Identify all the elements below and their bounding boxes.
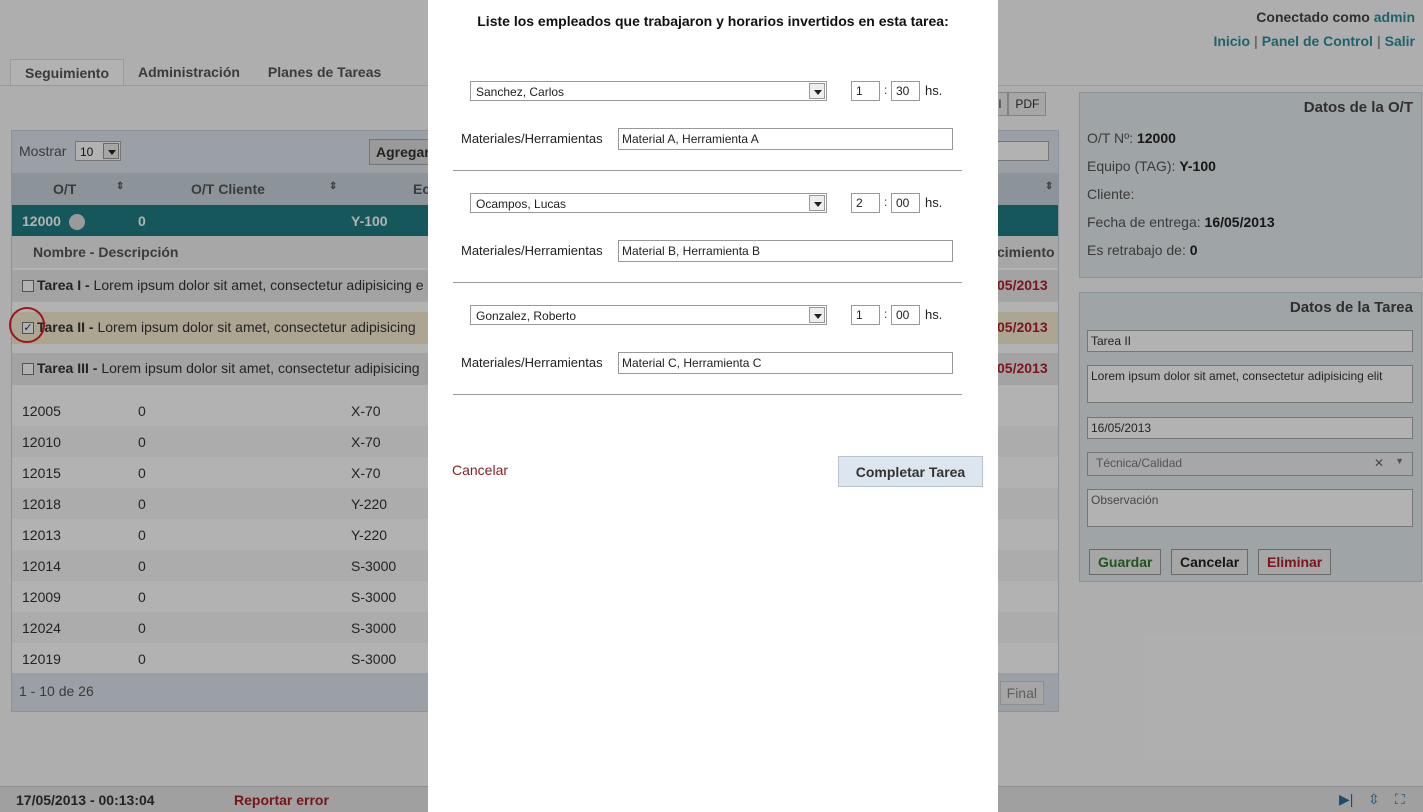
materials-input[interactable]: Material B, Herramienta B — [618, 240, 953, 262]
complete-task-button[interactable]: Completar Tarea — [838, 456, 983, 487]
minutes-input[interactable]: 00 — [891, 193, 920, 213]
hours-unit-label: hs. — [925, 307, 943, 322]
materials-input[interactable]: Material A, Herramienta A — [618, 128, 953, 150]
chevron-down-icon — [809, 195, 825, 211]
divider — [453, 394, 962, 395]
employee-entry: Ocampos, Lucas 2:00 hs. Materiales/Herramie… — [428, 193, 998, 305]
time-separator: : — [884, 307, 888, 321]
complete-task-modal: Liste los empleados que trabajaron y hor… — [428, 0, 998, 812]
divider — [453, 282, 962, 283]
time-separator: : — [884, 195, 888, 209]
hours-input[interactable]: 1 — [851, 305, 880, 325]
minutes-input[interactable]: 00 — [891, 305, 920, 325]
modal-cancel-link[interactable]: Cancelar — [452, 462, 508, 478]
hours-unit-label: hs. — [925, 83, 943, 98]
modal-title: Liste los empleados que trabajaron y hor… — [477, 13, 949, 29]
materials-input[interactable]: Material C, Herramienta C — [618, 352, 953, 374]
chevron-down-icon — [809, 307, 825, 323]
time-separator: : — [884, 83, 888, 97]
employee-value: Gonzalez, Roberto — [476, 309, 577, 323]
employee-value: Sanchez, Carlos — [476, 85, 565, 99]
employee-value: Ocampos, Lucas — [476, 197, 567, 211]
hours-input[interactable]: 2 — [851, 193, 880, 213]
employee-entry: Sanchez, Carlos 1:30 hs. Materiales/Herrami… — [428, 81, 998, 193]
hours-input[interactable]: 1 — [851, 81, 880, 101]
employee-select[interactable]: Gonzalez, Roberto — [470, 305, 827, 325]
materials-label: Materiales/Herramientas — [461, 355, 603, 370]
chevron-down-icon — [809, 83, 825, 99]
materials-label: Materiales/Herramientas — [461, 243, 603, 258]
minutes-input[interactable]: 30 — [891, 81, 920, 101]
employee-select[interactable]: Ocampos, Lucas — [470, 193, 827, 213]
employee-entry: Gonzalez, Roberto 1:00 hs. Materiales/Herra… — [428, 305, 998, 417]
employee-select[interactable]: Sanchez, Carlos — [470, 81, 827, 101]
materials-label: Materiales/Herramientas — [461, 131, 603, 146]
divider — [453, 170, 962, 171]
hours-unit-label: hs. — [925, 195, 943, 210]
